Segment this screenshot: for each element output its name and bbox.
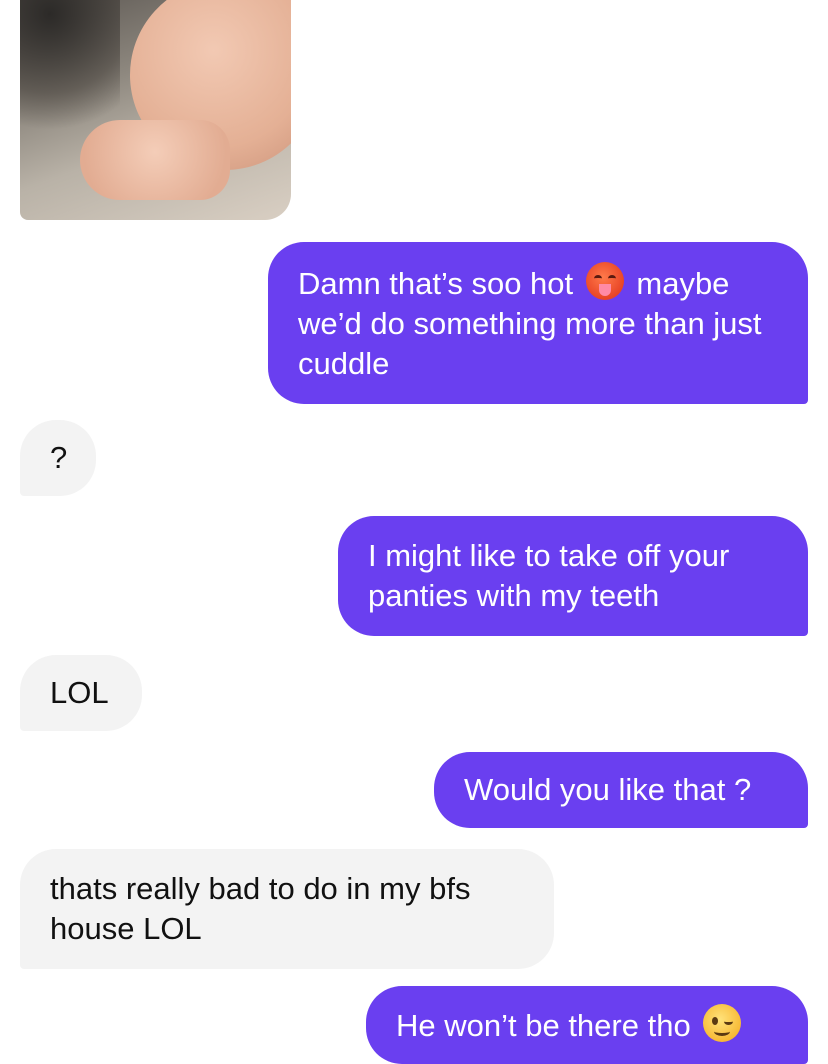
message-text: LOL (50, 675, 109, 710)
received-photo[interactable] (20, 0, 291, 220)
message-bubble-outgoing[interactable]: I might like to take off your panties wi… (338, 516, 808, 636)
hot-face-icon (585, 262, 624, 300)
message-text: Would you like that ? (464, 772, 752, 807)
message-text: thats really bad to do in my bfs house L… (50, 871, 471, 946)
message-bubble-outgoing[interactable]: Would you like that ? (434, 752, 808, 828)
message-bubble-incoming[interactable]: ? (20, 420, 96, 496)
message-bubble-incoming[interactable]: LOL (20, 655, 142, 731)
message-text: He won’t be there tho (396, 1008, 700, 1043)
message-bubble-outgoing[interactable]: Damn that’s soo hot maybe we’d do someth… (268, 242, 808, 404)
message-text: I might like to take off your panties wi… (368, 538, 730, 613)
winking-face-icon (703, 1004, 742, 1042)
message-text: Damn that’s soo hot (298, 266, 582, 301)
photo-hand (80, 120, 230, 200)
chat-thread: Damn that’s soo hot maybe we’d do someth… (0, 0, 828, 1064)
photo-shadow (20, 0, 120, 140)
message-bubble-outgoing[interactable]: He won’t be there tho (366, 986, 808, 1064)
message-bubble-incoming[interactable]: thats really bad to do in my bfs house L… (20, 849, 554, 969)
message-text: ? (50, 440, 68, 475)
